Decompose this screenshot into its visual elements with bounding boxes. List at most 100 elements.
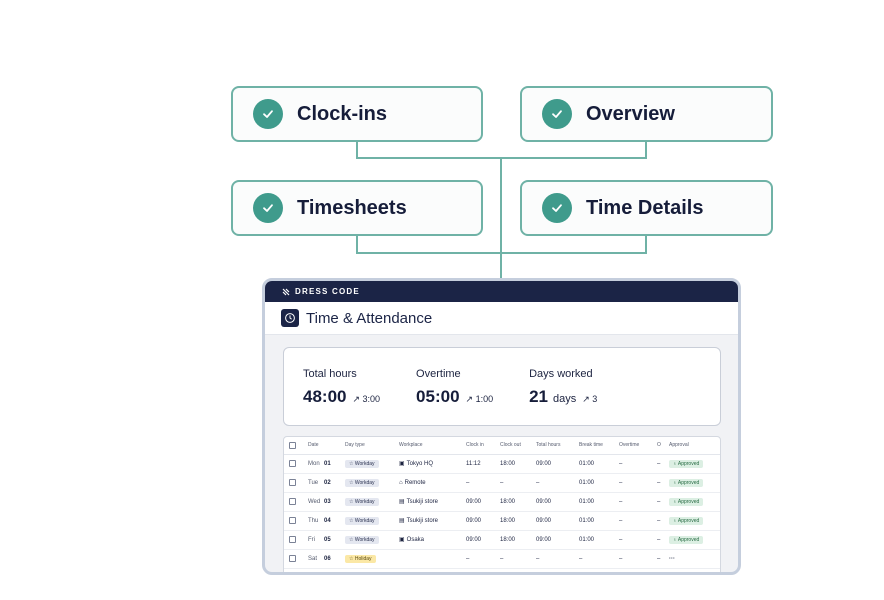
row-checkbox[interactable]	[289, 554, 296, 562]
day-type-badge: ☆ Workday	[345, 535, 379, 544]
day-name: Tue	[308, 479, 319, 486]
workplace: Tsukiji store	[406, 518, 439, 524]
day-name: Mon	[308, 460, 320, 467]
column-header[interactable]: Day type	[345, 437, 399, 455]
overtime: –	[619, 530, 657, 550]
clock-in: –	[466, 473, 500, 493]
stat-overtime: Overtime 05:00 ↗ 1:00	[416, 368, 493, 425]
column-header[interactable]: Approval	[669, 437, 720, 455]
table-row[interactable]: Thu 04 ☆ Workday ▤ Tsukiji store 09:00 18:00 09…	[284, 511, 720, 531]
table-row[interactable]: Wed 03 ☆ Workday ▤ Tsukiji store 09:00 18:00 09…	[284, 492, 720, 512]
stat-delta: ↗ 1:00	[465, 394, 494, 404]
row-checkbox[interactable]	[289, 497, 296, 505]
approval-badge: ♁ Approved	[669, 516, 704, 525]
select-all-checkbox[interactable]	[289, 441, 296, 449]
clock-out: 18:00	[500, 530, 536, 550]
workplace: Osaka	[406, 537, 425, 543]
table-row[interactable]: Tue 02 ☆ Workday ⌂ Remote – – –01:00– – ♁ Approve…	[284, 473, 720, 493]
break-time: 01:00	[579, 492, 619, 512]
stat-value: 05:00	[416, 387, 460, 406]
row-checkbox[interactable]	[289, 516, 296, 524]
extra-column: –	[657, 454, 669, 474]
column-header[interactable]: Total hours	[536, 437, 579, 455]
feature-card-timesheets[interactable]: Timesheets	[231, 180, 483, 236]
column-header[interactable]: Overtime	[619, 437, 657, 455]
stat-label: Days worked	[529, 368, 593, 380]
clock-out: 18:00	[500, 454, 536, 474]
dress-code-logo-icon	[282, 288, 290, 295]
total-hours: –	[536, 473, 579, 493]
break-time: 01:00	[579, 530, 619, 550]
extra-column: –	[657, 511, 669, 531]
column-header[interactable]: Break time	[579, 437, 619, 455]
feature-card-time-details[interactable]: Time Details	[520, 180, 773, 236]
stats-card: Total hours 48:00 ↗ 3:00 Overtime 05:00 …	[283, 347, 721, 426]
break-time: 01:00	[579, 511, 619, 531]
table-row[interactable]: Sat 06 ☆ Holiday – – – – – – ···	[284, 549, 720, 569]
check-icon	[542, 193, 572, 223]
total-hours: 09:00	[536, 454, 579, 474]
overtime: –	[619, 454, 657, 474]
feature-label: Time Details	[586, 196, 704, 219]
day-name: Fri	[308, 536, 315, 543]
stat-delta: ↗ 3	[582, 394, 598, 404]
page-title: Time & Attendance	[306, 309, 433, 327]
day-name: Wed	[308, 498, 321, 505]
feature-label: Timesheets	[297, 196, 407, 219]
day-number: 02	[324, 479, 331, 486]
clock-out: –	[500, 473, 536, 493]
day-number: 01	[324, 460, 331, 467]
clock-in: 09:00	[466, 511, 500, 531]
column-header[interactable]: Date	[308, 437, 345, 455]
stage: Clock-ins Overview Timesheets Time Detai…	[0, 0, 884, 600]
clock-out: –	[500, 549, 536, 569]
overtime: –	[619, 511, 657, 531]
break-time: 01:00	[579, 454, 619, 474]
table-row[interactable]: Fri 05 ☆ Workday ▣ Osaka 09:00 18:00 09:00 01:00…	[284, 530, 720, 550]
extra-column: –	[657, 549, 669, 569]
row-checkbox[interactable]	[289, 459, 296, 467]
day-type-badge: ☆ Holiday	[345, 554, 376, 563]
day-name: Thu	[308, 517, 319, 524]
row-checkbox[interactable]	[289, 478, 296, 486]
day-name: Sat	[308, 555, 318, 562]
overtime: –	[619, 492, 657, 512]
approval-badge: ♁ Approved	[669, 478, 704, 487]
more-options-button[interactable]: ···	[669, 556, 675, 562]
building-icon: ▣	[399, 537, 405, 543]
clock-in: 11:12	[466, 454, 500, 474]
column-header[interactable]: O	[657, 437, 669, 455]
brand-bar: DRESS CODE	[265, 281, 738, 302]
total-hours: 09:00	[536, 492, 579, 512]
store-icon: ▤	[399, 518, 405, 524]
total-hours: –	[536, 549, 579, 569]
column-header[interactable]: Workplace	[399, 437, 466, 455]
feature-card-overview[interactable]: Overview	[520, 86, 773, 142]
stat-label: Overtime	[416, 368, 461, 380]
clock-out: 18:00	[500, 492, 536, 512]
brand-name: DRESS CODE	[295, 287, 360, 296]
table-row[interactable]: Mon 01 ☆ Workday ▣ Tokyo HQ 11:12 18:00 09:00 01…	[284, 454, 720, 474]
app-header: Time & Attendance	[265, 302, 738, 335]
workplace: Tokyo HQ	[406, 461, 434, 467]
check-icon	[253, 99, 283, 129]
feature-card-clock-ins[interactable]: Clock-ins	[231, 86, 483, 142]
stat-value: 48:00	[303, 387, 347, 406]
overtime: –	[619, 473, 657, 493]
column-header[interactable]: Clock out	[500, 437, 536, 455]
row-checkbox[interactable]	[289, 535, 296, 543]
extra-column: –	[657, 473, 669, 493]
day-type-badge: ☆ Workday	[345, 459, 379, 468]
stat-days-worked: Days worked 21 days ↗ 3	[529, 368, 597, 425]
store-icon: ▤	[399, 499, 405, 505]
day-number: 06	[324, 555, 331, 562]
approval-badge: ♁ Approved	[669, 535, 704, 544]
day-number: 03	[324, 498, 331, 505]
stat-delta: ↗ 3:00	[352, 394, 381, 404]
app-window: DRESS CODE Time & Attendance Total hours…	[262, 278, 741, 575]
column-header[interactable]: Clock in	[466, 437, 500, 455]
day-type-badge: ☆ Workday	[345, 478, 379, 487]
stat-unit: days	[553, 393, 577, 405]
building-icon: ▣	[399, 461, 405, 467]
extra-column: –	[657, 492, 669, 512]
